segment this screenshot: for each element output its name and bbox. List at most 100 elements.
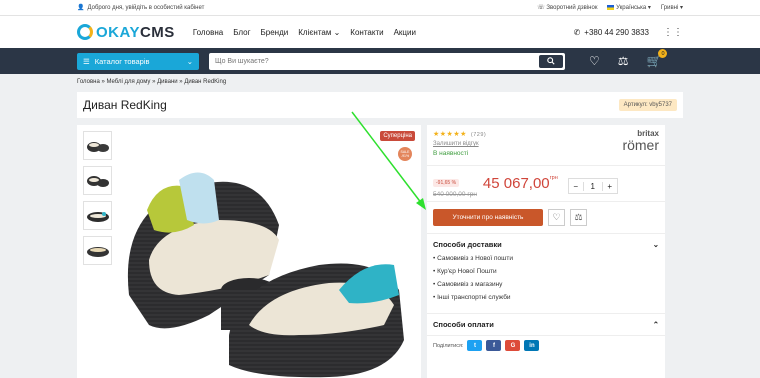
payment-header[interactable]: Способи оплати ⌃ bbox=[433, 320, 659, 329]
share-row: Поділитися: t f G in bbox=[427, 336, 665, 355]
greeting-text: Доброго дня, увійдіть в особистий кабіне… bbox=[87, 4, 205, 11]
quantity-stepper: − 1 + bbox=[567, 178, 618, 194]
scales-icon: ⚖ bbox=[574, 212, 583, 222]
phone-number: +380 44 290 3833 bbox=[584, 27, 649, 37]
more-icon[interactable]: ⋮⋮ bbox=[663, 27, 683, 38]
review-link[interactable]: Залишити відгук bbox=[433, 141, 486, 147]
language-label: Українська bbox=[616, 5, 647, 11]
payment-section: Способи оплати ⌃ bbox=[427, 314, 665, 336]
compare-button[interactable]: ⚖ bbox=[570, 209, 587, 226]
stock-status: В наявності bbox=[433, 150, 469, 157]
linkedin-icon[interactable]: in bbox=[524, 340, 540, 351]
nav-promo[interactable]: Акции bbox=[394, 28, 416, 37]
logo-text-a: OKAY bbox=[96, 23, 140, 41]
breadcrumb-sofas[interactable]: Дивани bbox=[157, 79, 178, 85]
currency-label: Гривні bbox=[660, 5, 679, 11]
main-nav: Головна Блог Бренди Клієнтам ⌄ Контакти … bbox=[193, 28, 574, 37]
search-button[interactable] bbox=[539, 54, 563, 68]
title-bar: Диван RedKing Артикул: vby5737 bbox=[77, 92, 683, 118]
greeting[interactable]: 👤 Доброго дня, увійдіть в особистий кабі… bbox=[77, 4, 537, 12]
nav-brands[interactable]: Бренди bbox=[261, 28, 289, 37]
sofa-thumb-icon bbox=[86, 211, 109, 222]
qty-value[interactable]: 1 bbox=[582, 181, 603, 191]
price-currency: грн bbox=[549, 175, 558, 181]
language-select[interactable]: Українська ▾ bbox=[607, 4, 651, 11]
product-image bbox=[127, 172, 404, 378]
facebook-icon[interactable]: f bbox=[486, 340, 502, 351]
thumbnail[interactable] bbox=[83, 131, 112, 160]
sofa-thumb-icon bbox=[86, 141, 109, 152]
sofa-thumb-icon bbox=[86, 246, 109, 257]
heart-icon: ♡ bbox=[552, 212, 561, 222]
breadcrumb: Головна » Меблі для дому » Дивани » Дива… bbox=[77, 79, 227, 85]
search-bar: ☰ Каталог товарів ⌄ ♡ ⚖ 🛒 0 bbox=[0, 48, 760, 74]
sofa-thumb-icon bbox=[86, 175, 109, 187]
current-price: 45 067,00грн bbox=[483, 175, 558, 192]
logo[interactable]: OKAYCMS bbox=[77, 24, 175, 41]
callback-label: Зворотний дзвінок bbox=[546, 5, 598, 11]
nav-clients-label: Клієнтам bbox=[298, 27, 332, 37]
search-field bbox=[209, 52, 565, 70]
flag-icon bbox=[607, 4, 615, 10]
product-content: Суперціна SALE -91% ★★★★★ (729) Залишити … bbox=[77, 125, 683, 378]
product-info: ★★★★★ (729) Залишити відгук В наявності b… bbox=[427, 125, 665, 378]
brand-logo-bottom: römer bbox=[622, 137, 659, 153]
qty-minus-button[interactable]: − bbox=[569, 182, 583, 191]
thumbnail[interactable] bbox=[83, 166, 112, 195]
nav-blog[interactable]: Блог bbox=[233, 28, 250, 37]
share-label: Поділитися: bbox=[433, 342, 464, 349]
currency-select[interactable]: Гривні ▾ bbox=[661, 4, 683, 11]
check-availability-button[interactable]: Уточнити про наявність bbox=[433, 209, 543, 226]
twitter-icon[interactable]: t bbox=[467, 340, 483, 351]
thumbnail[interactable] bbox=[83, 236, 112, 265]
callback-link[interactable]: ☏ Зворотний дзвінок bbox=[537, 4, 597, 11]
breadcrumb-furniture[interactable]: Меблі для дому bbox=[106, 79, 150, 85]
search-input[interactable] bbox=[209, 52, 539, 70]
logo-mark-icon bbox=[77, 24, 93, 40]
delivery-item: Самовивіз з Нової пошти bbox=[433, 255, 659, 262]
qty-plus-button[interactable]: + bbox=[603, 182, 617, 191]
menu-icon: ☰ bbox=[83, 56, 90, 66]
chevron-up-icon: ⌃ bbox=[652, 320, 659, 329]
breadcrumb-home[interactable]: Головна bbox=[77, 79, 100, 85]
price-box: -91,65 % 540 000,00 грн 45 067,00грн − 1… bbox=[427, 166, 665, 202]
search-icon bbox=[547, 57, 555, 65]
delivery-item: Самовивіз з магазину bbox=[433, 281, 659, 288]
phone[interactable]: ✆ +380 44 290 3833 bbox=[574, 28, 649, 37]
delivery-title: Способи доставки bbox=[433, 240, 502, 249]
nav-clients[interactable]: Клієнтам ⌄ bbox=[298, 28, 340, 37]
old-price: 540 000,00 грн bbox=[433, 191, 477, 198]
user-icon: 👤 bbox=[77, 5, 85, 11]
logo-text-b: CMS bbox=[139, 23, 175, 41]
nav-contacts[interactable]: Контакти bbox=[350, 28, 383, 37]
rating-stars: ★★★★★ bbox=[433, 131, 467, 138]
product-gallery: Суперціна SALE -91% bbox=[77, 125, 421, 378]
delivery-section: Способи доставки ⌄ Самовивіз з Нової пошт… bbox=[427, 234, 665, 314]
delivery-item: Кур'єр Нової Пошти bbox=[433, 268, 659, 275]
delivery-header[interactable]: Способи доставки ⌄ bbox=[433, 240, 659, 249]
page-title: Диван RedKing bbox=[83, 98, 167, 112]
wishlist-icon[interactable]: ♡ bbox=[589, 54, 600, 68]
thumbnail-list bbox=[83, 131, 112, 265]
discount-badge: -91,65 % bbox=[433, 179, 460, 187]
payment-title: Способи оплати bbox=[433, 320, 494, 329]
chevron-down-icon: ⌄ bbox=[186, 56, 193, 66]
google-plus-icon[interactable]: G bbox=[505, 340, 521, 351]
catalog-label: Каталог товарів bbox=[94, 56, 150, 66]
thumbnail[interactable] bbox=[83, 201, 112, 230]
catalog-button[interactable]: ☰ Каталог товарів ⌄ bbox=[77, 52, 199, 70]
sale-badge: Суперціна bbox=[380, 131, 415, 141]
rating[interactable]: ★★★★★ (729) bbox=[433, 130, 486, 138]
rating-count: (729) bbox=[470, 132, 487, 138]
brand-logo[interactable]: britax römer bbox=[622, 130, 659, 160]
action-row: Уточнити про наявність ♡ ⚖ bbox=[427, 202, 665, 234]
logo-text: OKAYCMS bbox=[96, 24, 175, 41]
nav-home[interactable]: Головна bbox=[193, 28, 223, 37]
breadcrumb-current: Диван RedKing bbox=[184, 79, 227, 85]
cart-count-badge: 0 bbox=[658, 49, 668, 58]
cart-button[interactable]: 🛒 0 bbox=[647, 49, 668, 68]
price-value: 45 067,00 bbox=[482, 175, 550, 192]
delivery-item: Інші транспортні служби bbox=[433, 294, 659, 301]
wishlist-button[interactable]: ♡ bbox=[548, 209, 565, 226]
compare-icon[interactable]: ⚖ bbox=[618, 54, 629, 68]
